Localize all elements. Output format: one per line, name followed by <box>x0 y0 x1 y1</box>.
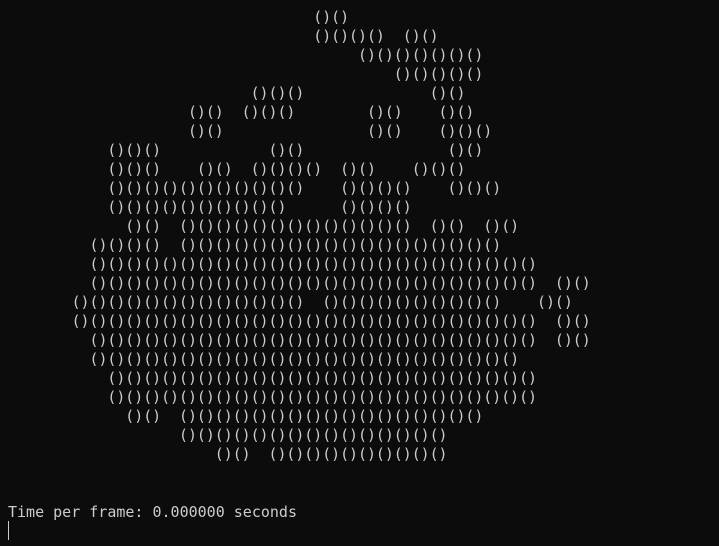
frame-line: ()()()()()()()()()()()()()()()()()()()()… <box>0 350 719 368</box>
frame-line: ()()()()()()()()()()()()() ()()()()()()(… <box>0 293 719 311</box>
frame-line: ()() ()() ()()() | <box>0 122 719 140</box>
frame-line: | <box>0 464 719 482</box>
frame-line: ()() ()()()()()()()()()()()()()()()()() … <box>0 407 719 425</box>
frame-line: ()()()() ()()()()()()()()()()()()()()()(… <box>0 236 719 254</box>
frame-line: ()()()()()()()()()()()()()()()()()()()()… <box>0 312 719 330</box>
frame-line: ()() ()()()()()()()()()()()()() ()() ()(… <box>0 217 719 235</box>
frame-line: ()()()()()()() | <box>0 46 719 64</box>
frame-line: ()()()()()()()()()()()()()()()()()()()()… <box>0 331 719 349</box>
frame-line: ()()()()()()()()()() ()()()() | <box>0 198 719 216</box>
frame-line: | <box>0 483 719 501</box>
frame-line: ()() | <box>0 8 719 26</box>
frame-line: ()()()()()()()()()()()()()()()()()()()()… <box>0 255 719 273</box>
frame-line: ()()()()() | <box>0 65 719 83</box>
frame-line: ()()()()()()()()()()()()()()()()()()()()… <box>0 388 719 406</box>
frame-line: ()()() ()() | <box>0 84 719 102</box>
frame-line: ()() ()()()()()()()()()() | <box>0 445 719 463</box>
frame-line: ()()()()()()()()()()() ()()()() ()()() | <box>0 179 719 197</box>
frame-line: ()() ()()() ()() ()() | <box>0 103 719 121</box>
frame-line: ()()()() ()() | <box>0 27 719 45</box>
frame-line: ()()()()()()()()()()()()()()()()()()()()… <box>0 274 719 292</box>
frame-time-status: Time per frame: 0.000000 seconds <box>8 503 297 521</box>
frame-line: ()()() ()() ()()()() ()() ()()() | <box>0 160 719 178</box>
terminal-window[interactable]: ()() | ()()()() ()() | ()()()()()()() | … <box>0 0 719 546</box>
text-cursor <box>8 521 9 540</box>
frame-line: ()()() ()() ()() | <box>0 141 719 159</box>
frame-line: ()()()()()()()()()()()()()()()()()()()()… <box>0 369 719 387</box>
frame-line: ()()()()()()()()()()()()()()() | <box>0 426 719 444</box>
ascii-frame-output: ()() | ()()()() ()() | ()()()()()()() | … <box>0 0 719 504</box>
